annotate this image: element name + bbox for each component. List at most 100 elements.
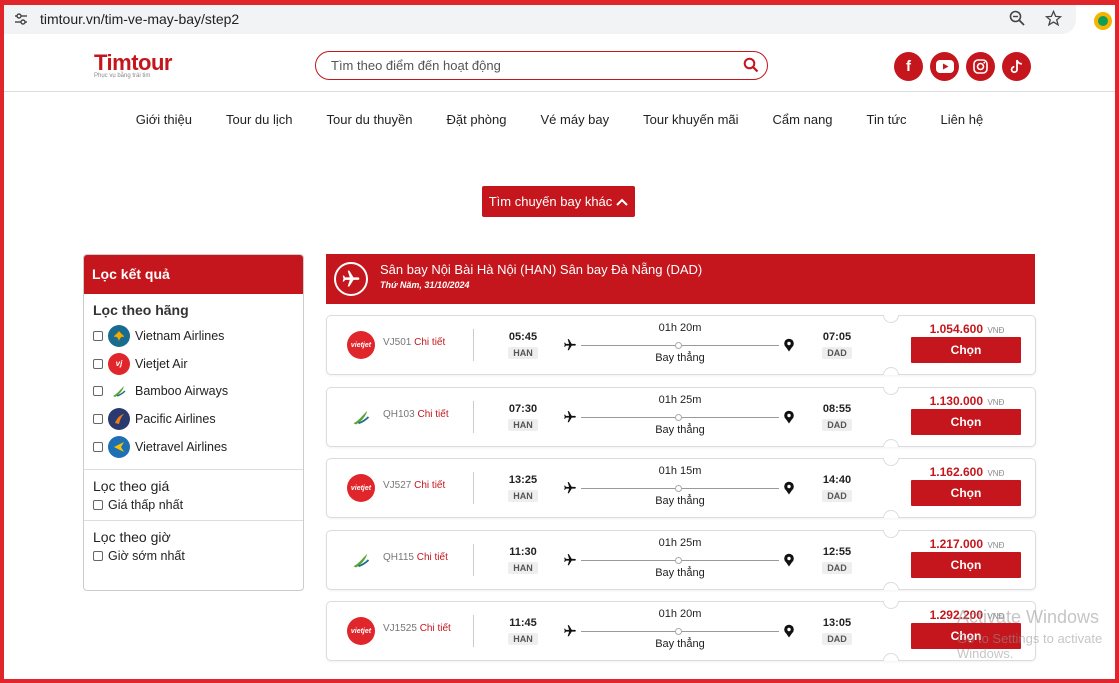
zoom-icon[interactable] (1008, 9, 1026, 27)
route-title: Sân bay Nội Bài Hà Nội (HAN) Sân bay Đà … (380, 262, 703, 277)
price: 1.054.600 VNĐ (912, 320, 1022, 338)
site-info-icon[interactable] (14, 12, 28, 26)
location-pin-icon (784, 481, 794, 495)
nav-hotels[interactable]: Đặt phòng (430, 112, 524, 127)
departure-code: HAN (508, 490, 538, 502)
nav-flights[interactable]: Vé máy bay (524, 112, 627, 127)
airline-option[interactable]: Vietravel Airlines (93, 433, 294, 461)
flight-type: Bay thẳng (655, 638, 705, 650)
flight-number: QH103 (383, 408, 415, 420)
checkbox[interactable] (93, 414, 103, 425)
search-other-flights-button[interactable]: Tìm chuyến bay khác (482, 186, 635, 217)
airline-option[interactable]: Pacific Airlines (93, 405, 294, 433)
nav-guide[interactable]: Cẩm nang (756, 112, 850, 127)
nav-news[interactable]: Tin tức (850, 112, 924, 127)
airline-option[interactable]: Vietnam Airlines (93, 322, 294, 350)
flight-path: 01h 25m Bay thẳng (564, 537, 794, 585)
site-logo[interactable]: Timtour Phục vụ bằng trái tim (94, 50, 184, 84)
departure-time: 13:25 (508, 474, 538, 486)
location-pin-icon (784, 338, 794, 352)
price-amount: 1.130.000 (929, 393, 984, 408)
detail-link[interactable]: Chi tiết (414, 337, 445, 348)
address-bar[interactable]: timtour.vn/tim-ve-may-bay/step2 (4, 4, 1076, 34)
flight-code: QH103 Chi tiết (383, 409, 449, 420)
path-dot (675, 556, 682, 564)
ticket-notch (883, 601, 899, 609)
airline-label: Pacific Airlines (135, 412, 216, 427)
ticket-notch (883, 529, 899, 538)
vietnam-airlines-logo-icon (108, 324, 130, 347)
checkbox[interactable] (93, 358, 103, 369)
route-header: Sân bay Nội Bài Hà Nội (HAN) Sân bay Đà … (326, 254, 1035, 304)
flight-number: VJ501 (383, 337, 412, 348)
youtube-icon[interactable] (930, 52, 959, 81)
price: 1.162.600 VNĐ (912, 463, 1022, 481)
location-pin-icon (784, 624, 794, 638)
chevron-up-icon (616, 198, 628, 206)
flight-duration: 01h 15m (658, 465, 702, 477)
ticket-notch (883, 510, 899, 518)
departure: 05:45 HAN (503, 331, 543, 361)
choose-button[interactable]: Chọn (911, 551, 1021, 578)
path-dot (675, 342, 682, 349)
arrival-code: DAD (822, 490, 852, 502)
route-date: Thứ Năm, 31/10/2024 (380, 280, 470, 290)
extension-icon[interactable] (1092, 10, 1114, 32)
choose-button[interactable]: Chọn (911, 337, 1021, 363)
flight-code: VJ1525 Chi tiết (383, 623, 451, 634)
divider (473, 400, 474, 433)
ticket-notch (883, 581, 899, 590)
checkbox[interactable] (93, 499, 103, 510)
search-icon[interactable] (743, 57, 759, 73)
plane-icon (564, 625, 576, 637)
checkbox[interactable] (93, 386, 103, 397)
checkbox[interactable] (93, 330, 103, 341)
checkbox[interactable] (93, 550, 103, 561)
choose-button[interactable]: Chọn (911, 480, 1021, 506)
nav-promotions[interactable]: Tour khuyến mãi (626, 112, 755, 127)
plane-icon (564, 410, 576, 422)
price-option[interactable]: Giá thấp nhất (93, 498, 294, 512)
arrival-code: DAD (822, 633, 852, 645)
url-text[interactable]: timtour.vn/tim-ve-may-bay/step2 (40, 11, 239, 27)
detail-link[interactable]: Chi tiết (414, 480, 445, 491)
nav-about[interactable]: Giới thiệu (119, 112, 209, 127)
search-input[interactable] (331, 58, 721, 73)
facebook-icon[interactable]: f (894, 52, 923, 81)
nav-contact[interactable]: Liên hệ (924, 112, 1001, 127)
bookmark-star-icon[interactable] (1044, 9, 1062, 27)
nav-cruises[interactable]: Tour du thuyền (309, 112, 429, 127)
price: 1.130.000 VNĐ (912, 392, 1022, 410)
time-option[interactable]: Giờ sớm nhất (93, 549, 294, 563)
airline-label: Vietravel Airlines (135, 440, 228, 455)
detail-link[interactable]: Chi tiết (417, 552, 448, 563)
flight-path: 01h 20m Bay thẳng (564, 322, 794, 370)
departure-code: HAN (508, 347, 538, 359)
vietravel-airlines-logo-icon (108, 436, 130, 459)
flight-type: Bay thẳng (655, 495, 705, 507)
bamboo-airways-logo-icon (347, 545, 375, 574)
airline-option[interactable]: vj Vietjet Air (93, 350, 294, 378)
divider (473, 329, 474, 361)
flight-number: VJ527 (383, 480, 412, 491)
price-currency: VNĐ (987, 540, 1005, 550)
nav-tours[interactable]: Tour du lịch (209, 112, 309, 127)
detail-link[interactable]: Chi tiết (420, 623, 451, 634)
arrival-time: 14:40 (822, 474, 852, 486)
tiktok-icon[interactable] (1002, 52, 1031, 81)
airline-option[interactable]: Bamboo Airways (93, 378, 294, 406)
price-option-label: Giá thấp nhất (108, 497, 184, 512)
checkbox[interactable] (93, 442, 103, 453)
site-search[interactable] (315, 51, 768, 80)
flight-path: 01h 15m Bay thẳng (564, 465, 794, 513)
choose-button[interactable]: Chọn (911, 408, 1021, 435)
price-amount: 1.054.600 (929, 322, 984, 336)
divider (473, 615, 474, 647)
arrival-code: DAD (822, 561, 852, 574)
arrival: 07:05 DAD (817, 331, 857, 361)
detail-link[interactable]: Chi tiết (417, 409, 448, 420)
instagram-icon[interactable] (966, 52, 995, 81)
vietjet-logo-icon: vietjet (347, 617, 375, 645)
arrival-time: 08:55 (822, 402, 852, 415)
arrival-time: 07:05 (822, 331, 852, 343)
